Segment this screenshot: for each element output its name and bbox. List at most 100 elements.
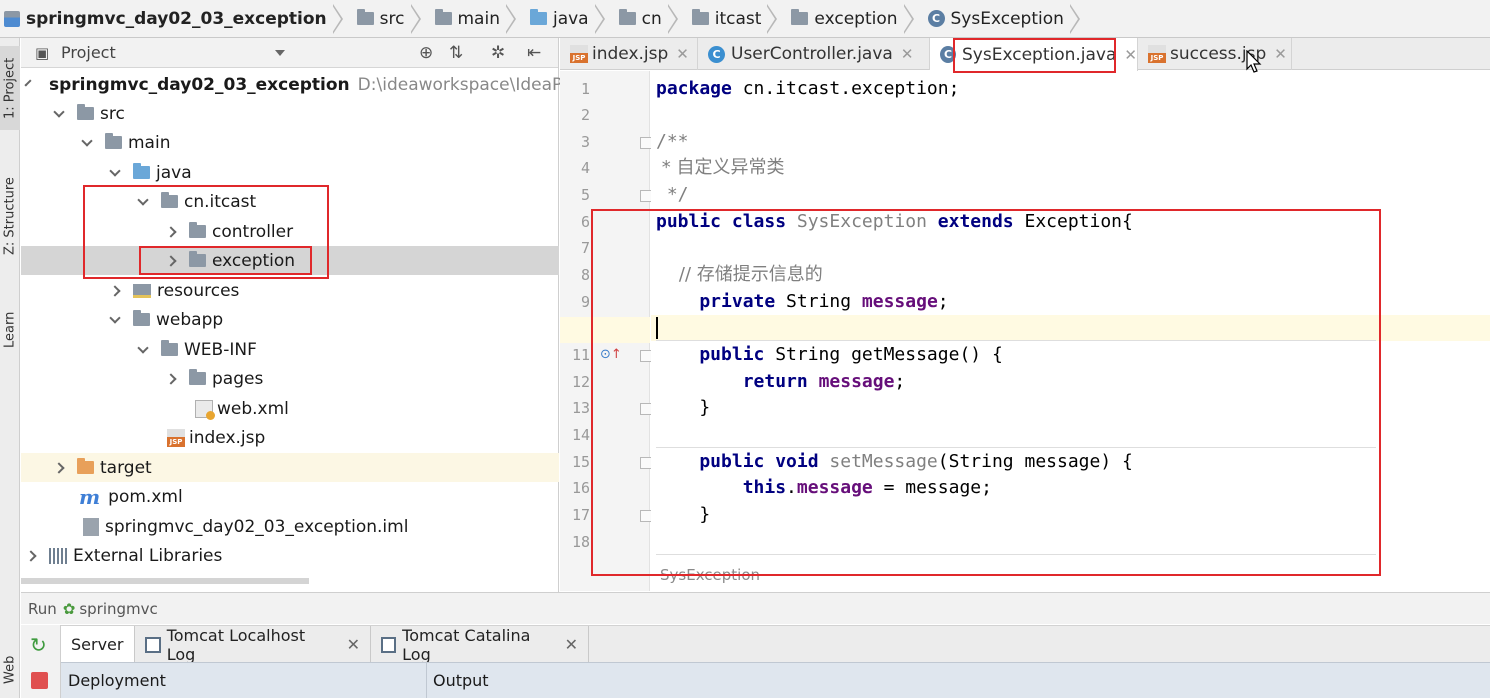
close-icon[interactable]: ✕ [1274,45,1287,63]
close-icon[interactable]: ✕ [676,45,689,63]
collapse-all-icon[interactable]: ⇅ [449,43,463,63]
line-number: 15 [571,453,590,471]
log-icon [145,636,161,653]
annotation-box-exception-folder [139,246,312,275]
breadcrumb-exception[interactable]: exception [787,0,923,38]
annotation-box-active-tab [953,38,1116,73]
tree-item-src[interactable]: src [21,99,559,128]
tree-item-webapp[interactable]: webapp [21,305,559,334]
package-icon [618,9,636,25]
run-output-columns: Deployment Output [61,662,1490,698]
code-line-3: /** [656,131,689,152]
folder-icon [161,340,178,356]
expand-arrow-icon[interactable] [109,311,121,324]
breadcrumb-itcast[interactable]: itcast [688,0,788,38]
line-number: 14 [571,426,590,444]
breadcrumb-java[interactable]: java [526,0,615,38]
code-line-1: package cn.itcast.exception; [656,78,960,99]
tree-item-web-xml[interactable]: web.xml [21,394,559,423]
line-number: 17 [571,506,590,524]
annotation-box-class-body [591,209,1381,576]
excluded-folder-icon [77,458,94,474]
source-folder-icon [133,163,150,179]
stop-icon[interactable] [31,672,48,689]
tree-item-pom-xml[interactable]: m pom.xml [21,482,559,511]
collapsed-arrow-icon[interactable] [165,372,177,385]
close-icon[interactable]: ✕ [1124,46,1137,64]
mouse-cursor-icon [1246,50,1262,73]
folder-icon [189,369,206,385]
close-icon[interactable]: ✕ [347,635,360,654]
line-number: 4 [580,159,590,177]
tree-item-main[interactable]: main [21,128,559,157]
tab-server[interactable]: Server [61,626,135,663]
rerun-icon[interactable]: ↻ [30,633,47,657]
line-number: 18 [571,533,590,551]
tree-item-resources[interactable]: resources [21,276,559,305]
breadcrumb-sysexception[interactable]: C SysException [924,0,1090,38]
project-panel-header: ▣ Project ⊕ ⇅ ✲ ⇤ [21,38,558,68]
tree-item-external-libraries[interactable]: External Libraries [21,541,559,570]
package-icon [791,9,809,25]
tree-item-index-jsp[interactable]: JSP index.jsp [21,423,559,452]
close-icon[interactable]: ✕ [565,635,578,654]
code-line-5: */ [656,184,689,205]
maven-icon: m [79,484,101,509]
project-panel-title[interactable]: Project [61,43,116,62]
source-folder-icon [529,9,547,25]
run-config-name: springmvc [79,599,158,618]
tree-item-iml[interactable]: springmvc_day02_03_exception.iml [21,512,559,541]
locate-icon[interactable]: ⊕ [419,43,433,63]
tab-usercontroller-java[interactable]: C UserController.java ✕ [698,38,930,70]
code-line-4: * 自定义异常类 [656,157,785,178]
folder-icon [356,9,374,25]
class-icon: C [708,45,725,63]
tree-item-project[interactable]: springmvc_day02_03_exception D:\ideawork… [21,70,569,99]
run-tab-bar: Server Tomcat Localhost Log ✕ Tomcat Cat… [21,625,1490,664]
tomcat-icon: ✿ [62,599,76,618]
web-tool-tab[interactable]: Web [0,650,20,690]
tab-success-jsp[interactable]: JSP success.jsp ✕ [1138,38,1292,70]
structure-tool-tab[interactable]: Z: Structure [0,166,20,266]
breadcrumb-main[interactable]: main [431,0,526,38]
tree-item-web-inf[interactable]: WEB-INF [21,335,559,364]
breadcrumb-src[interactable]: src [353,0,431,38]
jsp-icon: JSP [570,45,588,63]
tree-item-pages[interactable]: pages [21,364,559,393]
line-number: 16 [571,479,590,497]
web-folder-icon [133,310,150,326]
expand-arrow-icon[interactable] [53,105,65,118]
collapsed-arrow-icon[interactable] [25,549,37,562]
breadcrumb-project[interactable]: springmvc_day02_03_exception [0,0,353,38]
navigation-breadcrumb: springmvc_day02_03_exception src main ja… [0,0,1490,38]
collapsed-arrow-icon[interactable] [53,461,65,474]
breadcrumb-cn[interactable]: cn [615,0,688,38]
folder-icon [77,104,94,120]
expand-arrow-icon[interactable] [137,341,149,354]
run-panel-header: Run ✿ springmvc [21,592,1490,624]
line-number: 7 [580,239,590,257]
learn-tool-tab[interactable]: Learn [0,308,20,352]
line-number: 8 [580,266,590,284]
tab-index-jsp[interactable]: JSP index.jsp ✕ [560,38,698,70]
iml-file-icon [83,517,99,536]
tab-tomcat-catalina-log[interactable]: Tomcat Catalina Log ✕ [371,626,589,664]
line-number: 1 [580,80,590,98]
gear-icon[interactable]: ✲ [491,43,505,63]
line-number: 5 [580,186,590,204]
hide-panel-icon[interactable]: ⇤ [527,43,541,63]
module-icon [4,10,20,27]
line-number: 6 [580,213,590,231]
tree-item-java[interactable]: java [21,158,559,187]
expand-arrow-icon[interactable] [109,164,121,177]
tree-item-target[interactable]: target [21,453,559,482]
expand-arrow-icon[interactable] [24,78,32,87]
expand-arrow-icon[interactable] [81,134,93,147]
tab-tomcat-localhost-log[interactable]: Tomcat Localhost Log ✕ [135,626,371,664]
project-tool-tab[interactable]: 1: Project [0,46,20,130]
view-dropdown-icon[interactable] [275,50,285,56]
folder-icon [434,9,452,25]
horizontal-scrollbar[interactable] [21,578,309,584]
collapsed-arrow-icon[interactable] [109,284,121,297]
close-icon[interactable]: ✕ [901,45,914,63]
